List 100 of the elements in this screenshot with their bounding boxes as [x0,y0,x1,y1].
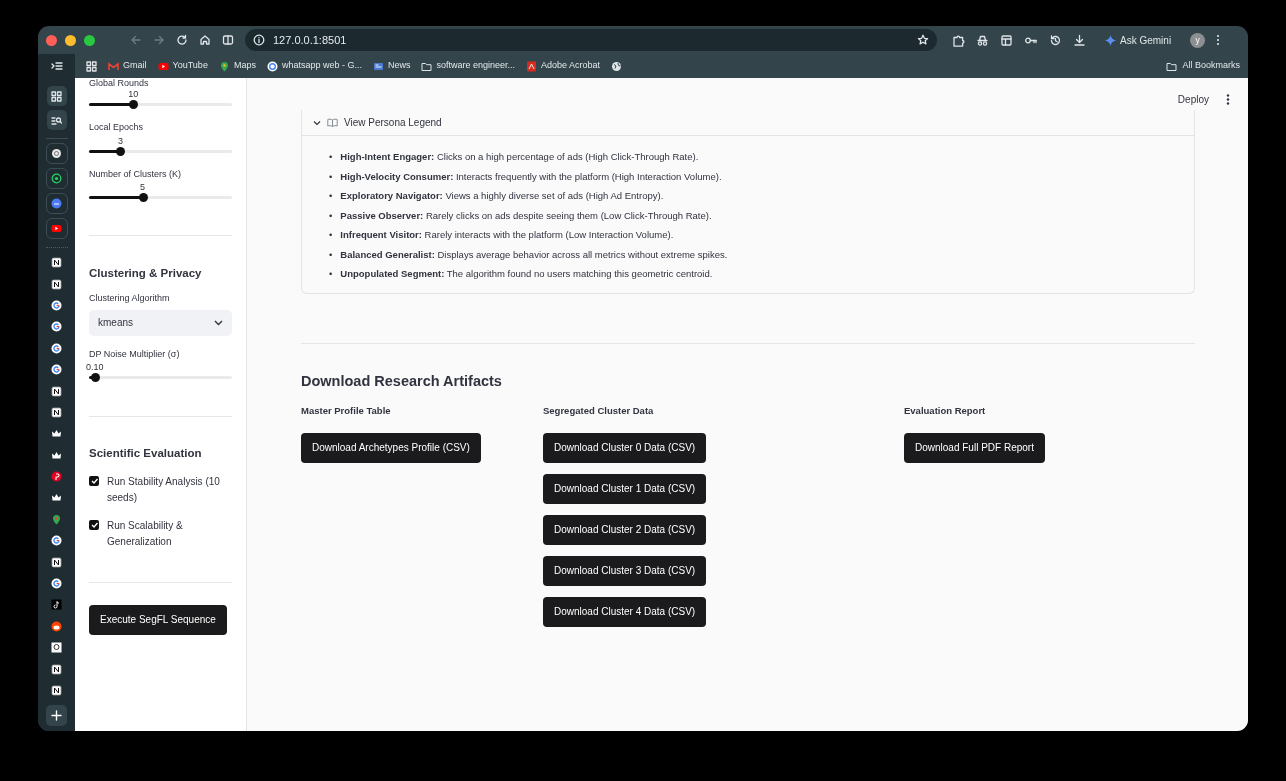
slider-thumb[interactable] [116,146,126,156]
ring-icon[interactable] [51,342,62,354]
download-button[interactable]: Download Full PDF Report [904,432,1045,463]
checkbox[interactable] [89,475,99,486]
download-button[interactable]: Download Cluster 2 Data (CSV) [543,514,707,545]
book-icon [327,118,338,127]
slider-label: Global Rounds [89,78,150,88]
slider-value: 0.10 [85,362,104,373]
star-icon[interactable] [917,34,929,46]
square-letter-icon[interactable] [51,257,62,269]
slider-thumb[interactable] [138,193,148,202]
section-heading: Download Research Artifacts [301,371,503,391]
slider-track[interactable] [89,103,232,106]
column-title: Segregated Cluster Data [543,404,654,419]
chevron-down-icon [214,319,223,326]
list-bullet: • [329,208,333,223]
sparkle-icon [1105,34,1116,46]
checkbox-label: Run Scalability & Generalization [107,518,184,549]
plus-icon[interactable] [51,710,62,722]
ring-icon[interactable] [51,364,62,376]
slider-label: DP Noise Multiplier (σ) [89,347,181,361]
bookmark-link[interactable]: News [372,59,411,73]
legend-item: Passive Observer: Rarely clicks on ads despite seeing them (Low Click-Through Rate). [340,208,712,223]
crown-icon[interactable] [51,428,62,440]
legend-item: Unpopulated Segment: The algorithm found no users matching this geometric centroid. [340,267,713,281]
crown-icon[interactable] [51,492,62,504]
address-bar[interactable]: 127.0.0.1:8501 [245,29,937,51]
reload-icon[interactable] [176,34,188,46]
map-pin-icon[interactable] [51,513,62,525]
bookmark-link[interactable]: whatsapp web - G... [266,59,362,73]
slider-thumb[interactable] [90,373,100,383]
split-view-icon[interactable] [222,34,234,46]
bookmark-link[interactable]: Adobe Acrobat [526,59,601,73]
download-button[interactable]: Download Cluster 0 Data (CSV) [543,432,707,463]
section-heading: Scientific Evaluation [89,446,203,462]
legend-item: Exploratory Navigator: Views a highly diverse set of ads (High Ad Entropy). [340,189,664,203]
ring-icon[interactable] [51,578,62,590]
legend-item: Balanced Generalist: Displays average behavior across all metrics without extreme spikes. [340,247,728,262]
minimize-button[interactable] [65,34,76,46]
maximize-button[interactable] [84,34,95,46]
gemini-button[interactable]: Ask Gemini [1105,32,1172,48]
close-button[interactable] [46,34,57,46]
layout-icon[interactable] [1000,33,1013,47]
puzzle-icon[interactable] [952,33,965,47]
download-button[interactable]: Download Cluster 3 Data (CSV) [543,555,707,586]
apps-grid-icon[interactable] [86,60,97,72]
incognito-icon[interactable] [976,33,989,47]
execute-button[interactable]: Execute SegFL Sequence [89,604,227,635]
slider-value: 10 [128,89,139,99]
download-button[interactable]: Download Cluster 4 Data (CSV) [543,596,707,627]
deploy-button[interactable]: Deploy [1176,91,1210,108]
checkbox-label: Run Stability Analysis (10 seeds) [107,474,221,505]
bookmark-link[interactable]: Gmail [108,59,147,73]
check-icon [90,521,98,528]
checkbox[interactable] [89,519,99,530]
more-menu-icon[interactable] [1226,94,1230,105]
download-button[interactable]: Download Archetypes Profile (CSV) [301,432,481,463]
sidebar-toggle-icon[interactable] [50,61,63,71]
grid-icon[interactable] [51,90,62,102]
globe-icon[interactable] [611,60,623,72]
home-icon[interactable] [199,34,211,46]
square-letter-icon[interactable] [51,663,62,675]
algorithm-select[interactable]: kmeans [89,309,232,336]
bookmark-link[interactable]: software engineer... [421,59,516,73]
legend-item: High-Intent Engager: Clicks on a high percentage of ads (High Click-Through Rate). [340,150,699,164]
info-icon[interactable] [253,34,265,46]
play-icon[interactable] [51,223,62,234]
square-letter-icon[interactable] [51,278,62,290]
slider-thumb[interactable] [129,100,139,109]
expander-header[interactable]: View Persona Legend [302,110,1194,136]
square-letter-icon[interactable] [51,556,62,568]
ring-icon [266,60,278,72]
pin-badge-icon[interactable] [51,471,62,483]
square-letter-icon[interactable] [51,385,62,397]
play-icon [157,60,169,72]
all-bookmarks-link[interactable]: All Bookmarks [1166,59,1240,73]
square-letter-icon[interactable] [51,685,62,696]
note-icon[interactable] [51,599,62,611]
ring-icon[interactable] [51,535,62,547]
field-label: Clustering Algorithm [89,292,171,306]
legend-item: Infrequent Visitor: Rarely interacts with the platform (Low Interaction Volume). [340,228,674,242]
more-menu-icon[interactable] [1216,34,1221,46]
slider-label: Local Epochs [89,121,145,134]
history-icon[interactable] [1049,33,1062,47]
slider-track[interactable] [89,196,232,199]
mail-icon [108,60,119,72]
ring-icon[interactable] [51,299,62,311]
bookmark-link[interactable]: YouTube [157,59,208,73]
ring-icon[interactable] [51,321,62,333]
map-pin-icon [218,60,230,72]
list-bullet: • [329,169,333,184]
search-list-icon[interactable] [51,114,62,126]
square-letter-icon[interactable] [51,406,62,418]
square-icon[interactable] [51,642,62,654]
bookmark-link[interactable]: Maps [218,59,256,73]
slider-value: 5 [140,182,146,192]
download-icon[interactable] [1073,33,1086,47]
folder-icon [421,60,433,72]
crown-icon[interactable] [51,449,62,461]
download-button[interactable]: Download Cluster 1 Data (CSV) [543,473,707,504]
